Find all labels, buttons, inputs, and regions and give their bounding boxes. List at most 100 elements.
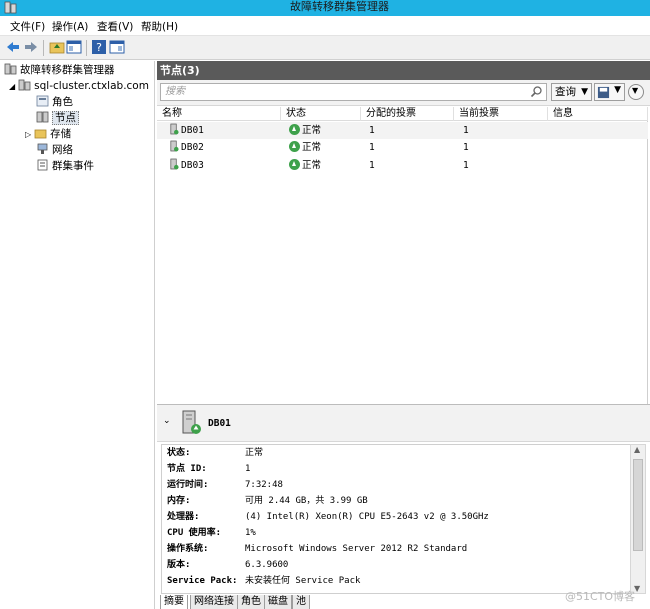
save-query-button[interactable]: ▼ <box>594 83 625 101</box>
field-value: Microsoft Windows Server 2012 R2 Standar… <box>245 544 468 554</box>
table-row[interactable]: DB02 正常 1 1 <box>157 139 648 156</box>
detail-pane: ⌄ DB01 状态: 正常 节点 ID: 1 运行时间: 7:32:48 内存: 可用 … <box>157 404 650 609</box>
nodes-table: 名称 状态 分配的投票 当前投票 信息 DB01 正常 1 1 DB02 正常 … <box>157 107 648 442</box>
tab-network-connections[interactable]: 网络连接 <box>190 595 238 609</box>
detail-field: 内存: 可用 2.44 GB，共 3.99 GB <box>167 494 368 509</box>
tree-item-roles[interactable]: 角色 <box>36 94 73 110</box>
tab-disks[interactable]: 磁盘 <box>264 595 292 609</box>
menu-bar: 文件(F) 操作(A) 查看(V) 帮助(H) <box>0 16 650 36</box>
nodes-pane-title: 节点(3) <box>157 61 650 80</box>
chevron-down-icon: ▼ <box>632 86 639 95</box>
status-cell: 正常 <box>289 139 321 156</box>
status-cell: 正常 <box>289 157 321 174</box>
status-up-icon <box>289 124 300 135</box>
detail-summary: 状态: 正常 节点 ID: 1 运行时间: 7:32:48 内存: 可用 2.44 GB… <box>161 444 631 594</box>
expand-arrow-icon[interactable]: ▷ <box>25 130 31 139</box>
scroll-up-icon[interactable]: ▲ <box>634 445 640 454</box>
field-label: 处理器: <box>167 512 200 522</box>
tab-pools[interactable]: 池 <box>292 595 310 609</box>
server-node-large-icon <box>182 410 201 434</box>
table-row[interactable]: DB01 正常 1 1 <box>157 122 648 139</box>
search-icon[interactable] <box>530 85 543 98</box>
column-header-current-vote[interactable]: 当前投票 <box>454 107 548 121</box>
expand-collapse-button[interactable]: ▼ <box>628 84 644 100</box>
field-value: 6.3.9600 <box>245 560 289 570</box>
tab-summary[interactable]: 摘要 <box>160 595 188 609</box>
tree-root[interactable]: 故障转移群集管理器 <box>4 62 115 78</box>
tree-item-label: 群集事件 <box>52 160 94 172</box>
field-label: 操作系统: <box>167 544 209 554</box>
forward-arrow-icon[interactable] <box>23 39 39 55</box>
field-value: 7:32:48 <box>245 480 283 490</box>
console-tree-icon[interactable] <box>66 39 82 55</box>
node-name: DB02 <box>181 142 204 153</box>
tree-item-label: 角色 <box>52 96 73 108</box>
network-icon <box>37 143 48 154</box>
detail-field: Service Pack: 未安装任何 Service Pack <box>167 574 360 589</box>
assigned-vote-cell: 1 <box>369 160 375 171</box>
server-node-icon <box>170 140 179 152</box>
tree-item-label: 节点 <box>52 111 79 125</box>
chevron-down-icon: ▼ <box>614 85 621 95</box>
current-vote-cell: 1 <box>463 160 469 171</box>
field-label: 版本: <box>167 560 191 570</box>
toolbar-separator <box>43 40 44 56</box>
field-value: 正常 <box>245 448 264 458</box>
cluster-icon <box>18 79 31 91</box>
tree-cluster-label: sql-cluster.ctxlab.com <box>34 80 149 92</box>
toolbar: ? <box>0 36 650 60</box>
tree-cluster[interactable]: ◢ sql-cluster.ctxlab.com <box>9 78 149 94</box>
show-action-pane-icon[interactable] <box>109 39 125 55</box>
status-up-icon <box>289 159 300 170</box>
folder-up-icon[interactable] <box>49 39 65 55</box>
server-node-icon <box>170 123 179 135</box>
column-header-assigned-vote[interactable]: 分配的投票 <box>361 107 454 121</box>
detail-header: ⌄ DB01 <box>157 405 650 442</box>
query-button[interactable]: 查询 ▼ <box>551 83 592 101</box>
search-row: 搜索 查询 ▼ ▼ ▼ <box>157 80 650 106</box>
back-arrow-icon[interactable] <box>5 39 21 55</box>
field-value: (4) Intel(R) Xeon(R) CPU E5-2643 v2 @ 3.… <box>245 512 489 522</box>
navigation-tree: 故障转移群集管理器 ◢ sql-cluster.ctxlab.com 角色 节点 … <box>0 61 155 609</box>
status-text: 正常 <box>302 160 322 171</box>
save-icon <box>597 86 610 99</box>
collapse-detail-icon[interactable]: ⌄ <box>163 416 171 426</box>
main-panel: 节点(3) 搜索 查询 ▼ ▼ ▼ 名称 状态 分配的投票 当前投票 信息 DB… <box>157 61 650 609</box>
field-value: 1 <box>245 464 251 474</box>
node-name: DB01 <box>181 125 204 136</box>
table-row[interactable]: DB03 正常 1 1 <box>157 157 648 174</box>
field-label: CPU 使用率: <box>167 528 222 538</box>
column-header-status[interactable]: 状态 <box>281 107 361 121</box>
tab-roles[interactable]: 角色 <box>237 595 265 609</box>
menu-action[interactable]: 操作(A) <box>52 19 88 34</box>
tree-item-label: 存储 <box>50 128 72 140</box>
nodes-icon <box>36 111 49 123</box>
scrollbar-thumb[interactable] <box>633 459 643 551</box>
tree-item-nodes[interactable]: 节点 <box>36 110 79 126</box>
status-cell: 正常 <box>289 122 321 139</box>
field-label: Service Pack: <box>167 576 238 586</box>
collapse-arrow-icon[interactable]: ◢ <box>9 82 15 91</box>
detail-field: 版本: 6.3.9600 <box>167 558 288 573</box>
field-value: 可用 2.44 GB，共 3.99 GB <box>245 496 368 506</box>
vertical-scrollbar[interactable]: ▲ ▼ <box>630 444 646 594</box>
field-label: 内存: <box>167 496 191 506</box>
field-label: 运行时间: <box>167 480 209 490</box>
help-icon[interactable]: ? <box>91 39 107 55</box>
tree-item-storage[interactable]: ▷ 存储 <box>25 126 71 142</box>
search-input[interactable]: 搜索 <box>160 83 547 101</box>
column-header-name[interactable]: 名称 <box>157 107 281 121</box>
menu-view[interactable]: 查看(V) <box>97 19 133 34</box>
menu-help[interactable]: 帮助(H) <box>141 19 178 34</box>
name-cell: DB02 <box>169 139 204 156</box>
status-up-icon <box>289 141 300 152</box>
field-value: 未安装任何 Service Pack <box>245 576 361 586</box>
toolbar-separator <box>86 40 87 56</box>
events-icon <box>37 159 48 171</box>
tree-item-networks[interactable]: 网络 <box>36 142 73 158</box>
menu-file[interactable]: 文件(F) <box>10 19 45 34</box>
tree-item-cluster-events[interactable]: 群集事件 <box>36 158 94 174</box>
query-button-label: 查询 <box>555 86 576 98</box>
column-header-information[interactable]: 信息 <box>548 107 648 121</box>
current-vote-cell: 1 <box>463 142 469 153</box>
